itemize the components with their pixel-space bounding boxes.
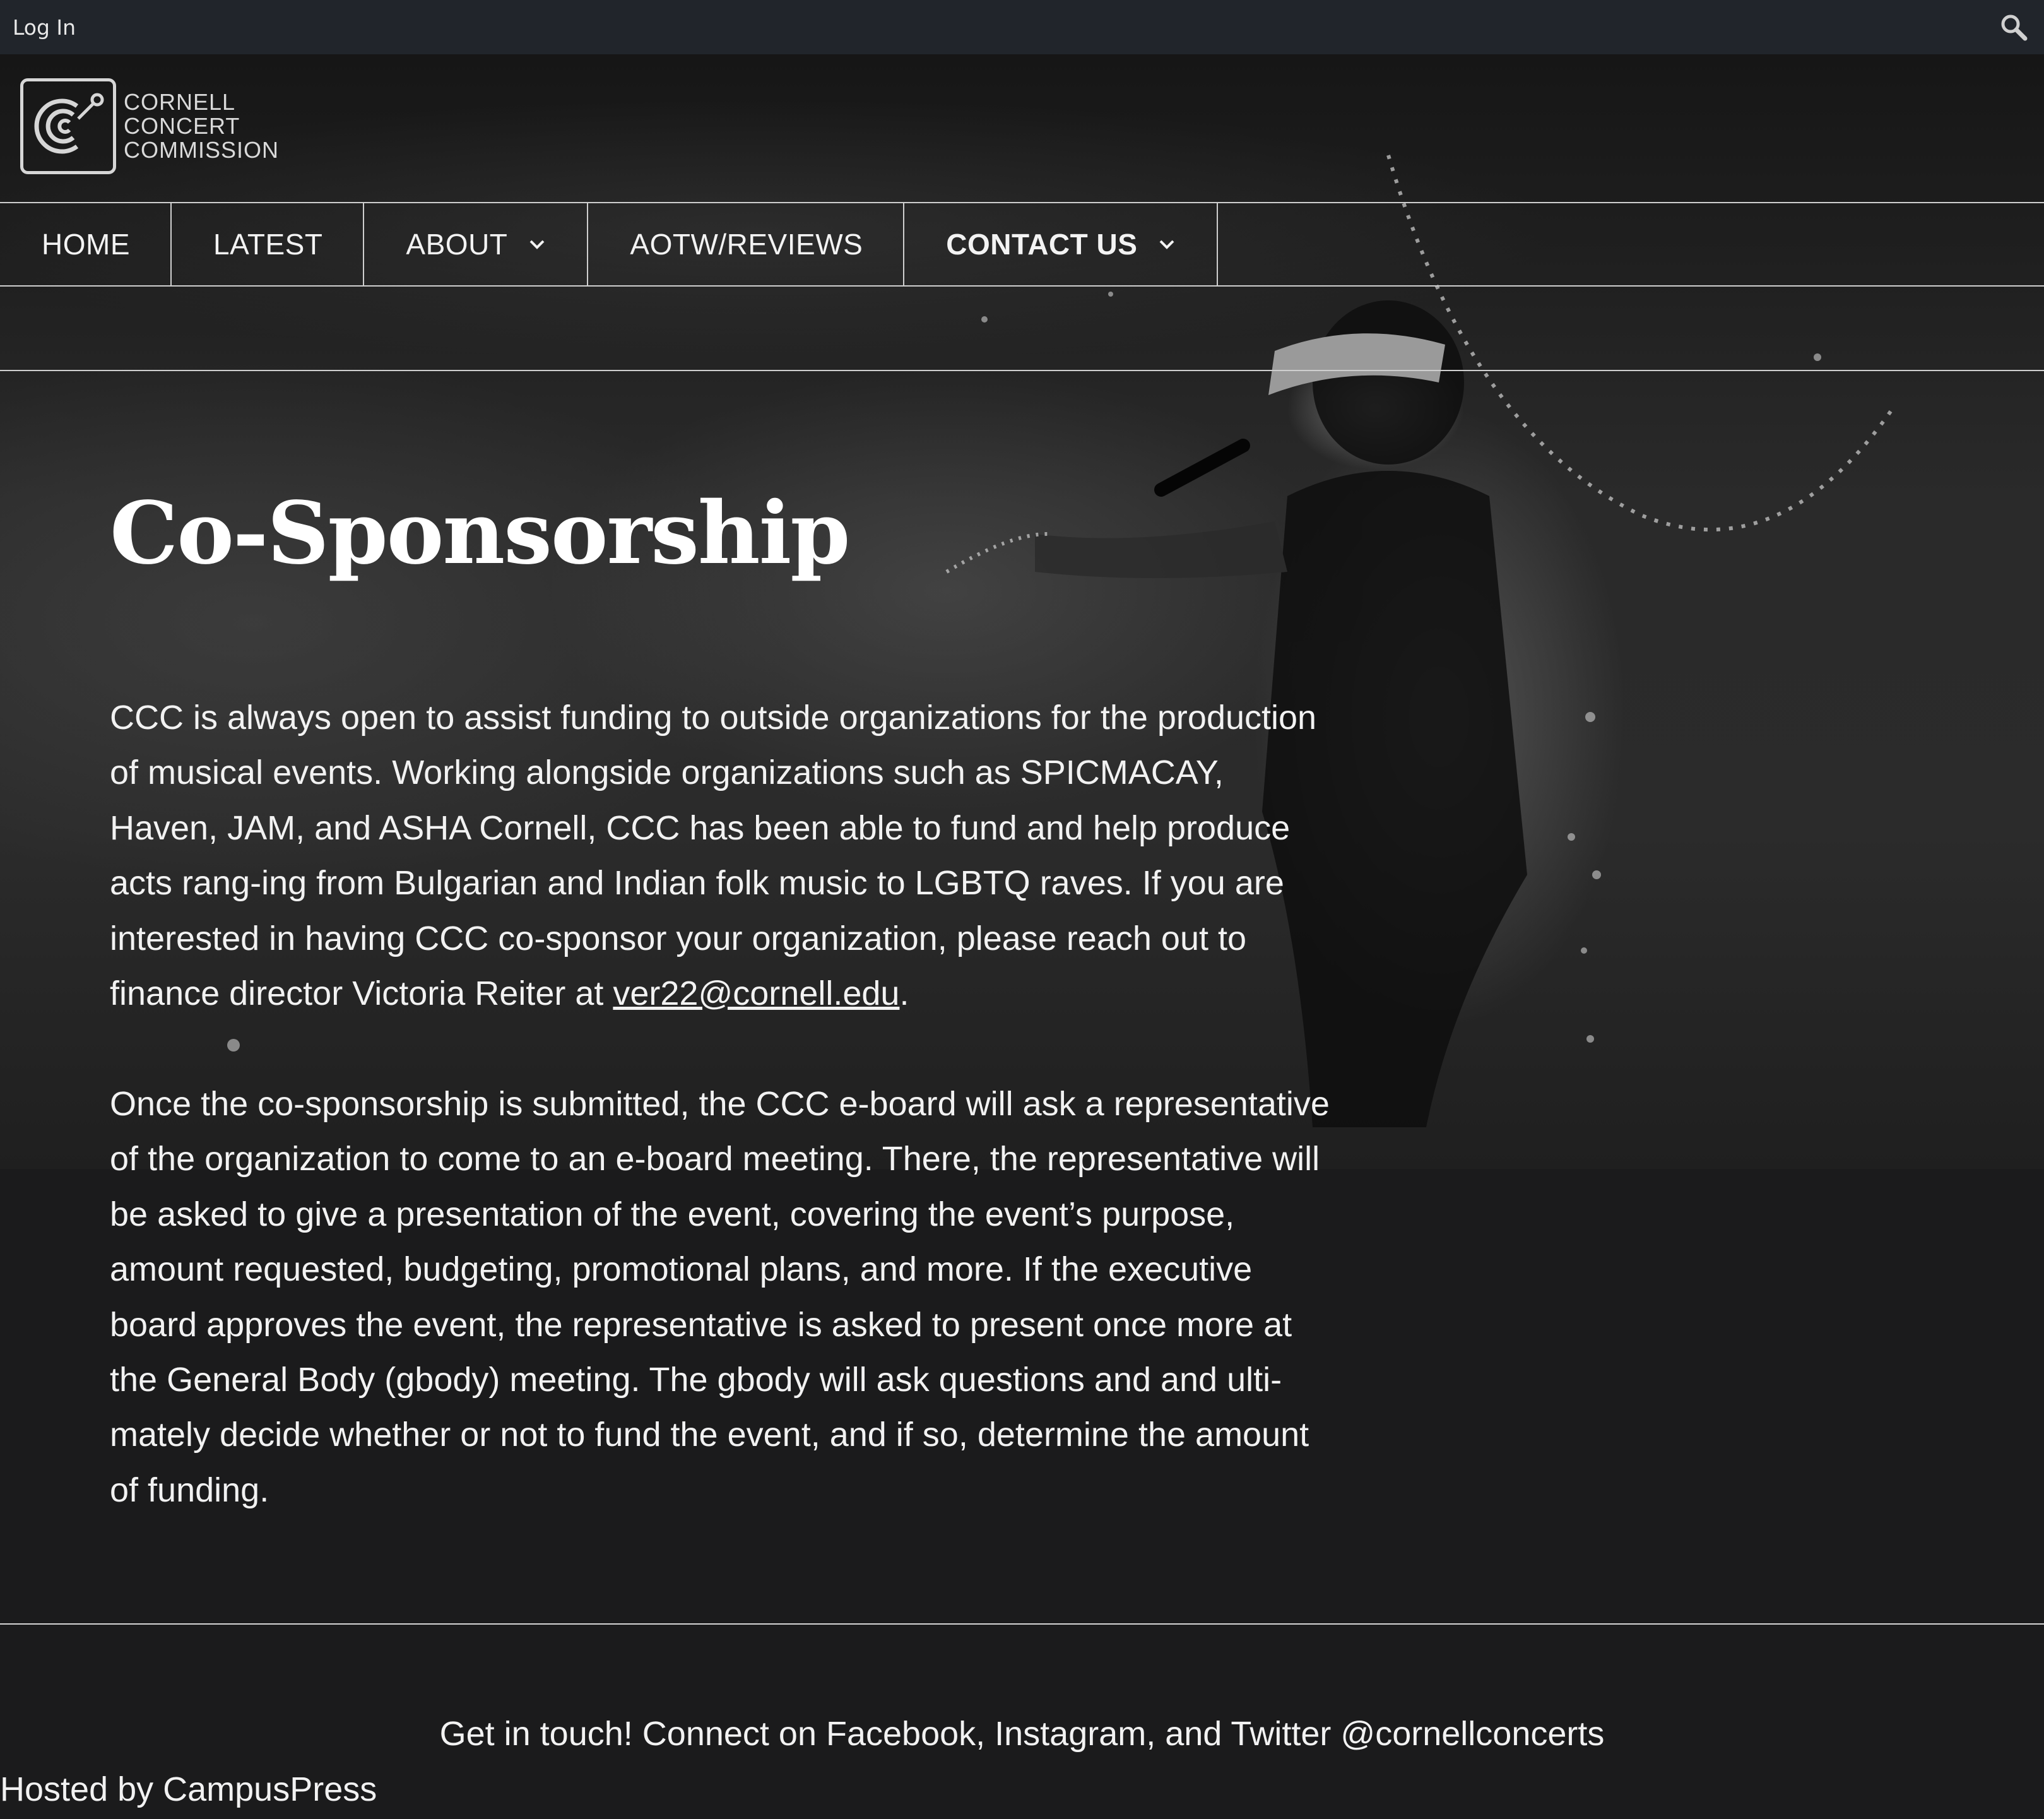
main-nav: HOME LATEST ABOUT AOTW/REVIEWS CONTACT U… bbox=[0, 202, 2044, 287]
nav-contact-label: CONTACT US bbox=[946, 228, 1138, 261]
nav-aotw-reviews[interactable]: AOTW/REVIEWS bbox=[588, 203, 905, 285]
site-logo[interactable]: CORNELL CONCERT COMMISSION bbox=[20, 78, 279, 174]
chevron-down-icon bbox=[1160, 240, 1174, 249]
nav-contact-us[interactable]: CONTACT US bbox=[904, 203, 1219, 285]
nav-about-label: ABOUT bbox=[406, 228, 508, 261]
logo-wordmark: CORNELL CONCERT COMMISSION bbox=[124, 90, 279, 162]
paragraph-1-text: CCC is always open to assist funding to … bbox=[110, 699, 1317, 1013]
footer-divider bbox=[0, 1623, 2044, 1625]
header-divider bbox=[0, 370, 2044, 371]
paragraph-1: CCC is always open to assist funding to … bbox=[110, 690, 1334, 1021]
logo-line-3: COMMISSION bbox=[124, 137, 280, 163]
nav-home-label: HOME bbox=[42, 228, 130, 261]
hosted-by-link[interactable]: Hosted by CampusPress bbox=[0, 1770, 377, 1809]
paragraph-2: Once the co-sponsorship is submitted, th… bbox=[110, 1085, 1330, 1509]
page-title: Co-Sponsorship bbox=[110, 483, 850, 584]
ccc-logo-icon bbox=[20, 78, 116, 174]
logo-line-1: CORNELL bbox=[124, 89, 236, 115]
nav-latest[interactable]: LATEST bbox=[172, 203, 365, 285]
footer-connect-text: Get in touch! Connect on Facebook, Insta… bbox=[439, 1715, 1605, 1753]
logo-line-2: CONCERT bbox=[124, 113, 240, 139]
nav-home[interactable]: HOME bbox=[0, 203, 172, 285]
email-link[interactable]: ver22@cornell.edu bbox=[613, 975, 899, 1012]
nav-about[interactable]: ABOUT bbox=[364, 203, 589, 285]
nav-latest-label: LATEST bbox=[213, 228, 323, 261]
admin-bar: Log In bbox=[0, 0, 2044, 54]
paragraph-1-end: . bbox=[899, 975, 909, 1013]
nav-aotw-label: AOTW/REVIEWS bbox=[630, 228, 863, 261]
login-link[interactable]: Log In bbox=[13, 15, 76, 40]
chevron-down-icon bbox=[529, 240, 545, 249]
search-icon[interactable] bbox=[1997, 11, 2030, 44]
main-content: Co-Sponsorship CCC is always open to ass… bbox=[110, 480, 1334, 1509]
